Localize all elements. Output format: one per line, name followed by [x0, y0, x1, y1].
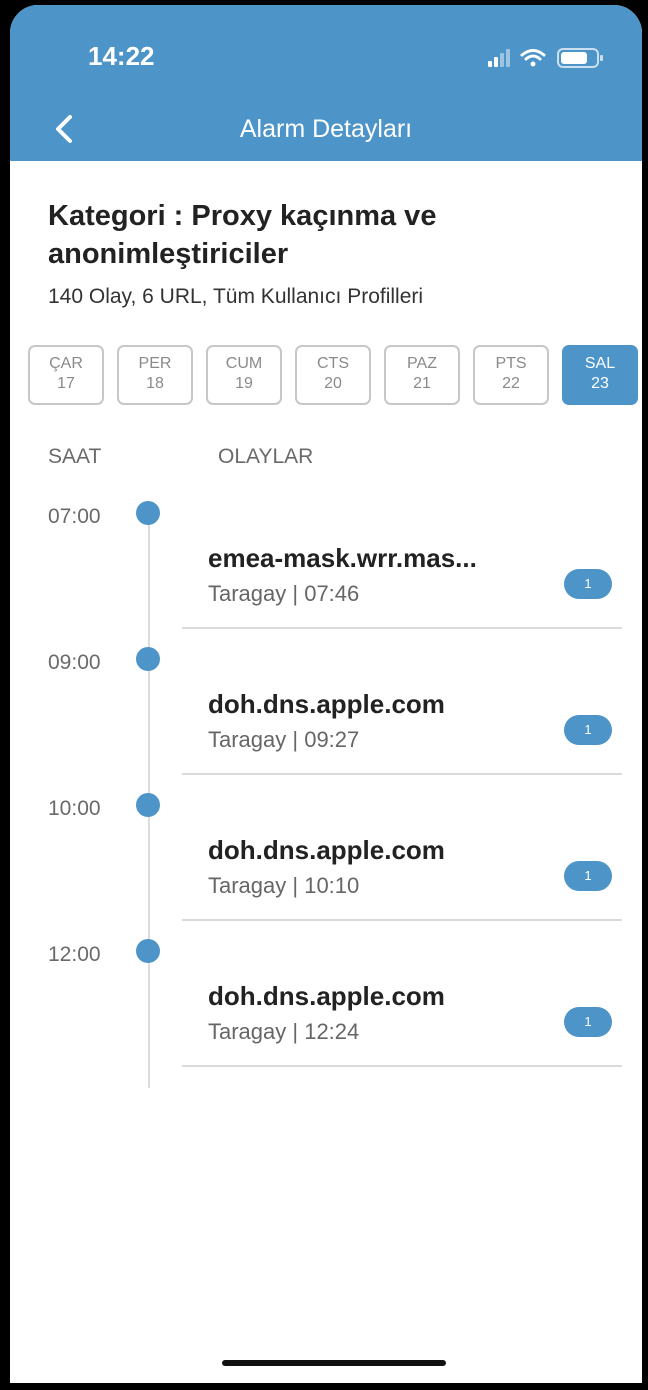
day-number: 18 — [146, 375, 164, 392]
event-row[interactable]: emea-mask.wrr.mas... Taragay | 07:46 1 — [182, 519, 622, 629]
day-name: PER — [138, 355, 172, 372]
day-name: CTS — [317, 355, 349, 372]
day-number: 21 — [413, 375, 431, 392]
timeline-dot — [136, 647, 160, 671]
day-tab-car[interactable]: ÇAR 17 — [28, 345, 104, 405]
day-name: PAZ — [407, 355, 437, 372]
event-domain: doh.dns.apple.com — [208, 835, 445, 865]
summary-text: 140 Olay, 6 URL, Tüm Kullanıcı Profiller… — [48, 285, 424, 308]
event-domain: doh.dns.apple.com — [208, 689, 445, 719]
event-row[interactable]: doh.dns.apple.com Taragay | 09:27 1 — [182, 665, 622, 775]
page-title: Alarm Detayları — [239, 115, 413, 143]
day-name: ÇAR — [49, 355, 83, 372]
event-meta: Taragay | 09:27 — [208, 727, 360, 752]
hour-label: 07:00 — [48, 505, 101, 528]
day-selector: ÇAR 17 PER 18 CUM 19 CTS 20 PAZ 21 PTS 2… — [28, 345, 642, 407]
day-number: 23 — [591, 375, 609, 392]
day-name: SAL — [584, 355, 616, 372]
cellular-signal-icon — [488, 49, 510, 67]
status-icons — [482, 45, 612, 71]
event-meta: Taragay | 10:10 — [208, 873, 360, 898]
timeline-dot — [136, 501, 160, 525]
battery-icon — [557, 48, 603, 68]
wifi-icon — [520, 49, 546, 67]
event-row[interactable]: doh.dns.apple.com Taragay | 10:10 1 — [182, 811, 622, 921]
event-count-badge: 1 — [564, 715, 612, 745]
day-number: 17 — [57, 375, 75, 392]
timeline-dot — [136, 939, 160, 963]
day-number: 22 — [502, 375, 520, 392]
day-tab-pts[interactable]: PTS 22 — [473, 345, 549, 405]
day-name: PTS — [495, 355, 527, 372]
hour-label: 10:00 — [48, 797, 101, 820]
event-row[interactable]: doh.dns.apple.com Taragay | 12:24 1 — [182, 957, 622, 1067]
day-tab-paz[interactable]: PAZ 21 — [384, 345, 460, 405]
device-frame — [0, 1383, 648, 1390]
event-count-badge: 1 — [564, 1007, 612, 1037]
category-title: Kategori : Proxy kaçınma ve anonimleştir… — [48, 200, 437, 270]
time-column-header: SAAT — [48, 445, 102, 468]
event-domain: doh.dns.apple.com — [208, 981, 445, 1011]
hour-label: 09:00 — [48, 651, 101, 674]
day-name: CUM — [225, 355, 263, 372]
event-count-badge: 1 — [564, 569, 612, 599]
status-time: 14:22 — [88, 41, 155, 71]
events-column-header: OLAYLAR — [218, 445, 314, 468]
day-tab-sal[interactable]: SAL 23 — [562, 345, 638, 405]
event-meta: Taragay | 07:46 — [208, 581, 360, 606]
day-number: 20 — [324, 375, 342, 392]
day-tab-per[interactable]: PER 18 — [117, 345, 193, 405]
day-number: 19 — [235, 375, 253, 392]
event-count-badge: 1 — [564, 861, 612, 891]
hour-label: 12:00 — [48, 943, 101, 966]
home-indicator[interactable] — [222, 1360, 446, 1366]
event-meta: Taragay | 12:24 — [208, 1019, 360, 1044]
day-tab-cts[interactable]: CTS 20 — [295, 345, 371, 405]
timeline-dot — [136, 793, 160, 817]
event-domain: emea-mask.wrr.mas... — [208, 543, 477, 573]
phone-screen: 14:22 Alarm Detayları Kategori: Proxy k… — [10, 5, 642, 1383]
header-bar: 14:22 Alarm Detayları — [10, 5, 642, 161]
day-tab-cum[interactable]: CUM 19 — [206, 345, 282, 405]
